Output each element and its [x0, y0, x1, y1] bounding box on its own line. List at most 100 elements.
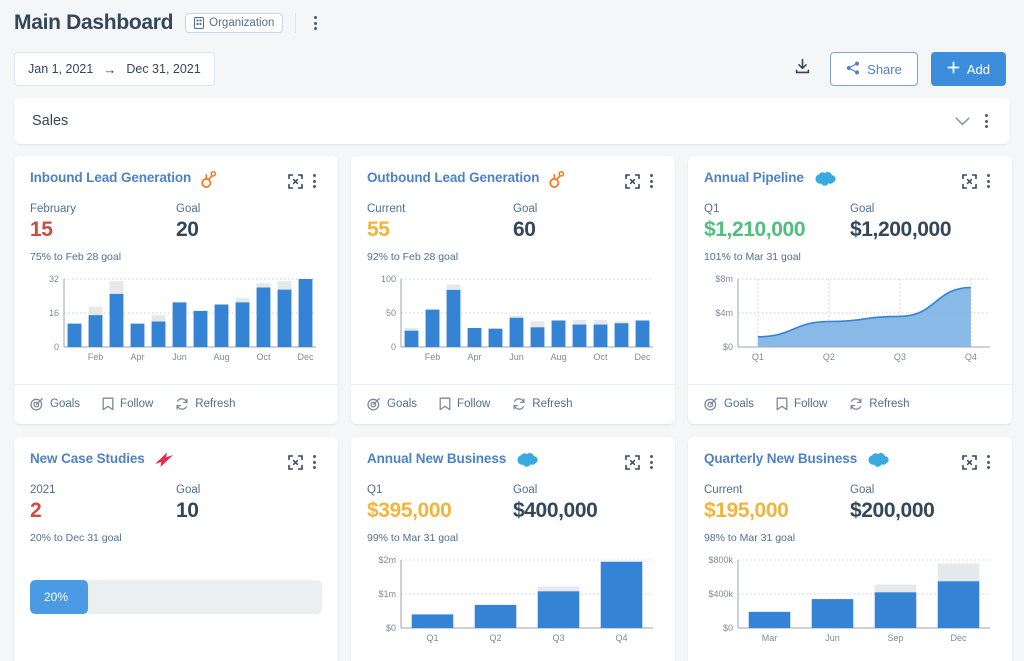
goals-action[interactable]: Goals [30, 397, 80, 411]
goal-progress-note: 20% to Dec 31 goal [30, 532, 322, 544]
follow-action[interactable]: Follow [439, 397, 490, 411]
goal-metric: Goal 60 [513, 203, 659, 242]
expand-icon [625, 455, 640, 470]
goal-metric-label: Goal [176, 203, 322, 215]
card-menu-button[interactable] [981, 170, 996, 192]
expand-card-button[interactable] [962, 455, 977, 470]
card-footer: Goals Follow Refresh [14, 384, 338, 424]
current-metric-label: February [30, 203, 176, 215]
svg-text:Q3: Q3 [894, 352, 906, 362]
goals-action[interactable]: Goals [704, 397, 754, 411]
share-icon [846, 61, 860, 78]
card-metrics: Current 55 Goal 60 [367, 203, 659, 242]
dashboard-card: Outbound Lead Generation Current 55 Goal… [351, 156, 675, 424]
arrow-right-icon: → [103, 63, 116, 76]
current-metric-value: $195,000 [704, 499, 850, 523]
svg-text:Oct: Oct [256, 352, 271, 362]
svg-text:Jun: Jun [509, 352, 524, 362]
card-menu-button[interactable] [307, 170, 322, 192]
current-metric-value: $395,000 [367, 499, 513, 523]
svg-text:Dec: Dec [634, 352, 651, 362]
bar-chart: 050100FebAprJunAugOctDec [367, 273, 659, 365]
expand-card-button[interactable] [288, 455, 303, 470]
card-title[interactable]: Quarterly New Business [704, 451, 857, 466]
svg-text:Apr: Apr [130, 352, 144, 362]
bookmark-icon [776, 397, 788, 411]
card-header: New Case Studies [30, 451, 322, 473]
date-range-start: Jan 1, 2021 [28, 62, 93, 76]
page-header: Main Dashboard Organization [0, 0, 1024, 40]
dashboard-card: New Case Studies 2021 2 Goal 10 20% to D… [14, 437, 338, 661]
svg-text:Q3: Q3 [552, 633, 564, 643]
card-title[interactable]: Annual New Business [367, 451, 506, 466]
card-menu-button[interactable] [644, 451, 659, 473]
expand-card-button[interactable] [288, 174, 303, 189]
progress-bar: 20% [30, 580, 322, 614]
current-metric: Q1 $395,000 [367, 484, 513, 523]
goals-action[interactable]: Goals [367, 397, 417, 411]
salesforce-icon [812, 170, 836, 187]
goal-metric: Goal $400,000 [513, 484, 659, 523]
goal-progress-note: 98% to Mar 31 goal [704, 532, 996, 544]
section-menu-button[interactable] [979, 110, 994, 132]
card-title[interactable]: New Case Studies [30, 451, 145, 466]
expand-icon [962, 174, 977, 189]
refresh-action[interactable]: Refresh [512, 397, 572, 411]
card-header-actions [962, 451, 996, 473]
card-menu-button[interactable] [307, 451, 322, 473]
date-range-picker[interactable]: Jan 1, 2021 → Dec 31, 2021 [14, 52, 215, 86]
card-menu-button[interactable] [644, 170, 659, 192]
salesforce-icon [865, 451, 889, 468]
target-icon [367, 397, 381, 411]
dashboard-menu-button[interactable] [308, 12, 323, 34]
card-metrics: Current $195,000 Goal $200,000 [704, 484, 996, 523]
svg-text:Q4: Q4 [615, 633, 627, 643]
share-button[interactable]: Share [830, 52, 918, 86]
dashboard-card-grid: Inbound Lead Generation February 15 Goal… [0, 156, 1024, 661]
card-chart: $0$400k$800kMarJunSepDec [704, 554, 996, 661]
refresh-action-label: Refresh [532, 398, 572, 410]
card-menu-button[interactable] [981, 451, 996, 473]
expand-icon [288, 174, 303, 189]
refresh-action[interactable]: Refresh [849, 397, 909, 411]
card-title[interactable]: Outbound Lead Generation [367, 170, 539, 185]
bar-chart: $0$400k$800kMarJunSepDec [704, 554, 996, 646]
follow-action-label: Follow [794, 398, 827, 410]
expand-card-button[interactable] [625, 455, 640, 470]
card-header: Outbound Lead Generation [367, 170, 659, 192]
follow-action[interactable]: Follow [102, 397, 153, 411]
svg-text:Q4: Q4 [965, 352, 977, 362]
expand-card-button[interactable] [962, 174, 977, 189]
card-title[interactable]: Annual Pipeline [704, 170, 804, 185]
svg-text:Sep: Sep [887, 633, 903, 643]
card-chart: $0$1m$2mQ1Q2Q3Q4 [367, 554, 659, 661]
follow-action[interactable]: Follow [776, 397, 827, 411]
current-metric: Current $195,000 [704, 484, 850, 523]
toolbar: Jan 1, 2021 → Dec 31, 2021 Share [0, 40, 1024, 98]
card-footer: Goals Follow Refresh [688, 384, 1012, 424]
goal-metric-value: $200,000 [850, 499, 996, 523]
date-range-end: Dec 31, 2021 [126, 62, 200, 76]
expand-icon [625, 174, 640, 189]
svg-text:$0: $0 [723, 342, 733, 352]
svg-text:Dec: Dec [950, 633, 967, 643]
current-metric-label: 2021 [30, 484, 176, 496]
card-title[interactable]: Inbound Lead Generation [30, 170, 191, 185]
current-metric-label: Current [704, 484, 850, 496]
current-metric-label: Q1 [367, 484, 513, 496]
current-metric-value: 55 [367, 218, 513, 242]
expand-card-button[interactable] [625, 174, 640, 189]
current-metric: Q1 $1,210,000 [704, 203, 850, 242]
salesforce-icon [812, 170, 836, 187]
svg-text:100: 100 [381, 274, 396, 284]
download-button[interactable] [787, 54, 817, 84]
goals-action-label: Goals [50, 398, 80, 410]
chevron-down-icon[interactable] [946, 111, 979, 132]
svg-text:$1m: $1m [378, 589, 396, 599]
refresh-action[interactable]: Refresh [175, 397, 235, 411]
svg-text:Q2: Q2 [489, 633, 501, 643]
svg-text:Jun: Jun [825, 633, 840, 643]
goal-metric-label: Goal [176, 484, 322, 496]
add-button[interactable]: Add [931, 52, 1006, 86]
organization-badge[interactable]: Organization [185, 13, 283, 33]
